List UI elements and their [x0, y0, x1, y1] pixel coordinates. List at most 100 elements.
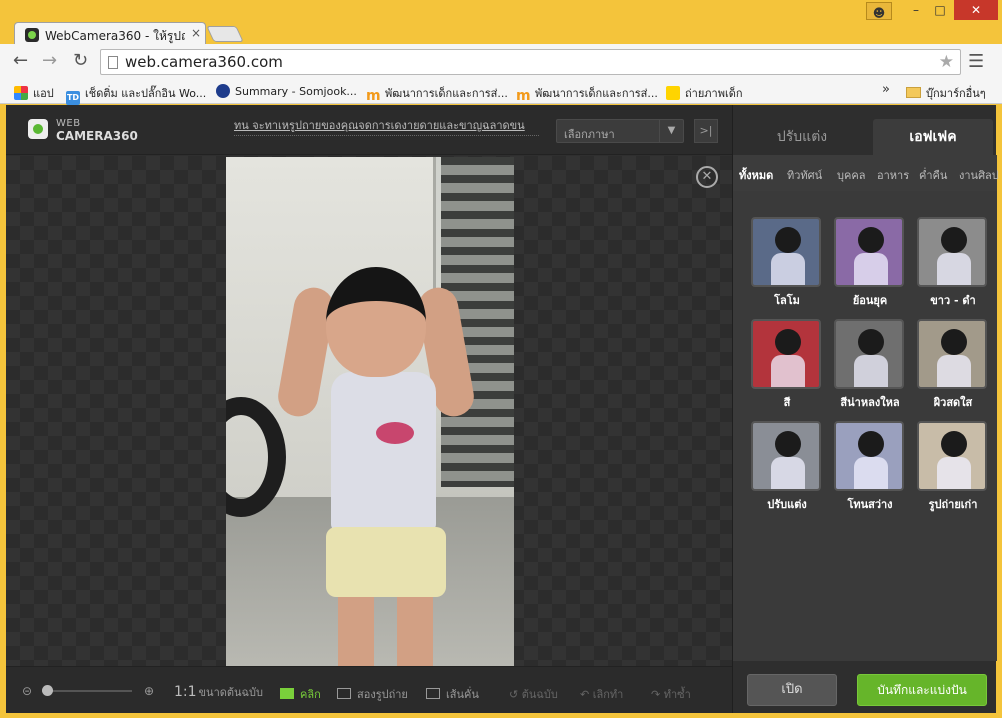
url-text[interactable]: web.camera360.com [125, 53, 283, 71]
nikon-icon [666, 86, 680, 100]
forward-arrow-icon[interactable]: → [42, 52, 57, 70]
effect-label: สีน่าหลงใหล [840, 396, 900, 409]
divider-label: เส้นคั่น [446, 688, 479, 701]
maximize-button[interactable]: □ [928, 0, 952, 20]
category-all[interactable]: ทั้งหมด [739, 166, 773, 184]
language-select[interactable]: เลือกภาษา ▼ [556, 119, 684, 143]
bookmark-label: เช็ดติ่ม และปลั๊กอิน Wo... [85, 87, 207, 100]
new-tab-button[interactable] [206, 26, 244, 42]
actual-ratio: 1:1 [174, 684, 197, 700]
effect-label: สี [783, 396, 791, 409]
effect-thumbnail[interactable] [834, 421, 904, 491]
zoom-out-icon[interactable]: ⊝ [22, 684, 32, 698]
category-portrait[interactable]: บุคคล [837, 166, 865, 184]
logo-web-text: WEB [56, 118, 81, 129]
effect-label: รูปถ่ายเก่า [928, 498, 978, 511]
back-arrow-icon[interactable]: ← [13, 52, 28, 70]
zoom-in-icon[interactable]: ⊕ [144, 684, 154, 698]
eye-icon [280, 688, 294, 699]
close-photo-icon[interactable]: ✕ [696, 166, 718, 188]
category-art[interactable]: งานศิลป [959, 166, 999, 184]
page-icon [108, 56, 118, 69]
effect-thumbnail[interactable] [751, 319, 821, 389]
m-icon: m [366, 88, 381, 104]
bookmark-label: Summary - Somjook... [235, 85, 357, 98]
title-bar: ☻ – □ ✕ [0, 0, 1002, 22]
effect-label: ปรับแต่ง [767, 498, 807, 511]
tab-effects[interactable]: เอฟเฟค [873, 119, 993, 155]
browser-window: ☻ – □ ✕ WebCamera360 - ให้รูปถ่าย × ← → … [0, 0, 1002, 718]
bookmark-star-icon[interactable]: ★ [939, 52, 954, 72]
bookmark-label: ถ่ายภาพเด็ก [685, 87, 743, 100]
bookmark-label: พัฒนาการเด็กและการส่... [385, 87, 508, 100]
tab-strip: WebCamera360 - ให้รูปถ่าย × [0, 20, 1002, 46]
bookmark-item[interactable]: Summary - Somjook... [216, 84, 357, 98]
tab-close-icon[interactable]: × [191, 26, 201, 40]
tab-adjust[interactable]: ปรับแต่ง [733, 119, 871, 155]
folder-label: บุ๊กมาร์กอื่นๆ [926, 87, 986, 100]
bookmark-item[interactable]: ถ่ายภาพเด็ก [666, 84, 743, 102]
close-window-button[interactable]: ✕ [954, 0, 998, 20]
bookmark-item[interactable]: m พัฒนาการเด็กและการส่... [516, 84, 658, 103]
redo-label: ทำซ้ำ [663, 688, 691, 701]
summary-icon [216, 84, 230, 98]
open-button[interactable]: เปิด [747, 674, 837, 706]
category-food[interactable]: อาหาร [877, 166, 909, 184]
bookmarks-overflow-icon[interactable]: » [882, 82, 890, 97]
restore-icon: ↺ [509, 688, 522, 701]
effect-thumbnail[interactable] [751, 217, 821, 287]
divider-line-button[interactable]: เส้นคั่น [426, 685, 479, 703]
effect-label: ย้อนยุค [852, 294, 888, 307]
chevron-down-icon: ▼ [659, 120, 683, 142]
minimize-button[interactable]: – [904, 0, 928, 20]
zoom-slider-handle[interactable] [42, 685, 53, 696]
camera360-app: WEB CAMERA360 ทน จะทาเหรูปถายของคุณจดการ… [6, 105, 999, 713]
save-and-share-button[interactable]: บันทึกและแบ่งปัน [857, 674, 987, 706]
actual-size-label: ขนาดต้นฉบับ [198, 686, 264, 699]
bookmark-label: พัฒนาการเด็กและการส่... [535, 87, 658, 100]
other-bookmarks-folder[interactable]: บุ๊กมาร์กอื่นๆ [906, 84, 986, 102]
effect-thumbnail[interactable] [834, 319, 904, 389]
undo-arrow-icon: ↶ [580, 688, 593, 701]
redo-arrow-icon: ↷ [651, 688, 664, 701]
browser-tab[interactable]: WebCamera360 - ให้รูปถ่าย × [14, 22, 206, 46]
effect-thumbnail[interactable] [917, 319, 987, 389]
marquee-text[interactable]: ทน จะทาเหรูปถายของคุณจดการเดงายดายและขาญ… [234, 116, 539, 134]
effects-sidepanel: ปรับแต่ง เอฟเฟค ทั้งหมด ทิวทัศน์ บุคคล อ… [732, 105, 999, 713]
effect-label: ขาว - ดำ [930, 294, 976, 307]
effect-thumbnail[interactable] [917, 421, 987, 491]
redo-button[interactable]: ↷ ทำซ้ำ [651, 685, 691, 703]
effect-label: โลโม [774, 294, 800, 307]
apps-shortcut[interactable]: แอป [14, 84, 54, 102]
click-compare-button[interactable]: คลิก [280, 685, 321, 703]
menu-icon[interactable]: ☰ [968, 51, 984, 72]
zoom-slider[interactable] [42, 685, 132, 696]
bookmark-item[interactable]: m พัฒนาการเด็กและการส่... [366, 84, 508, 103]
address-bar[interactable]: web.camera360.com ★ [100, 49, 961, 75]
photo-canvas[interactable]: ✕ [6, 156, 732, 667]
effect-thumbnail[interactable] [834, 217, 904, 287]
divider-icon [426, 688, 440, 699]
actual-size-button[interactable]: 1:1 ขนาดต้นฉบับ [174, 683, 263, 701]
app-header: WEB CAMERA360 ทน จะทาเหรูปถายของคุณจดการ… [6, 105, 732, 155]
original-button[interactable]: ↺ ต้นฉบับ [509, 685, 558, 703]
m-icon: m [516, 88, 531, 104]
user-icon[interactable]: ☻ [866, 2, 892, 20]
apps-label: แอป [33, 87, 54, 100]
reload-icon[interactable]: ↻ [73, 52, 88, 70]
category-landscape[interactable]: ทิวทัศน์ [787, 166, 822, 184]
two-photos-button[interactable]: สองรูปถ่าย [337, 685, 408, 703]
undo-button[interactable]: ↶ เลิกทำ [580, 685, 623, 703]
browser-toolbar: ← → ↻ web.camera360.com ★ ☰ [0, 44, 1002, 78]
bookmark-item[interactable]: TD เช็ดติ่ม และปลั๊กอิน Wo... [66, 84, 206, 105]
photo-preview[interactable] [226, 157, 514, 667]
effect-thumbnail[interactable] [917, 217, 987, 287]
undo-label: เลิกทำ [592, 688, 624, 701]
camera360-favicon-icon [25, 28, 39, 42]
camera360-logo-icon [28, 119, 48, 139]
effect-thumbnail[interactable] [751, 421, 821, 491]
category-night[interactable]: ค่ำคืน [919, 166, 947, 184]
click-label: คลิก [300, 688, 321, 701]
apps-grid-icon [14, 86, 28, 100]
collapse-panel-button[interactable]: >| [694, 119, 718, 143]
